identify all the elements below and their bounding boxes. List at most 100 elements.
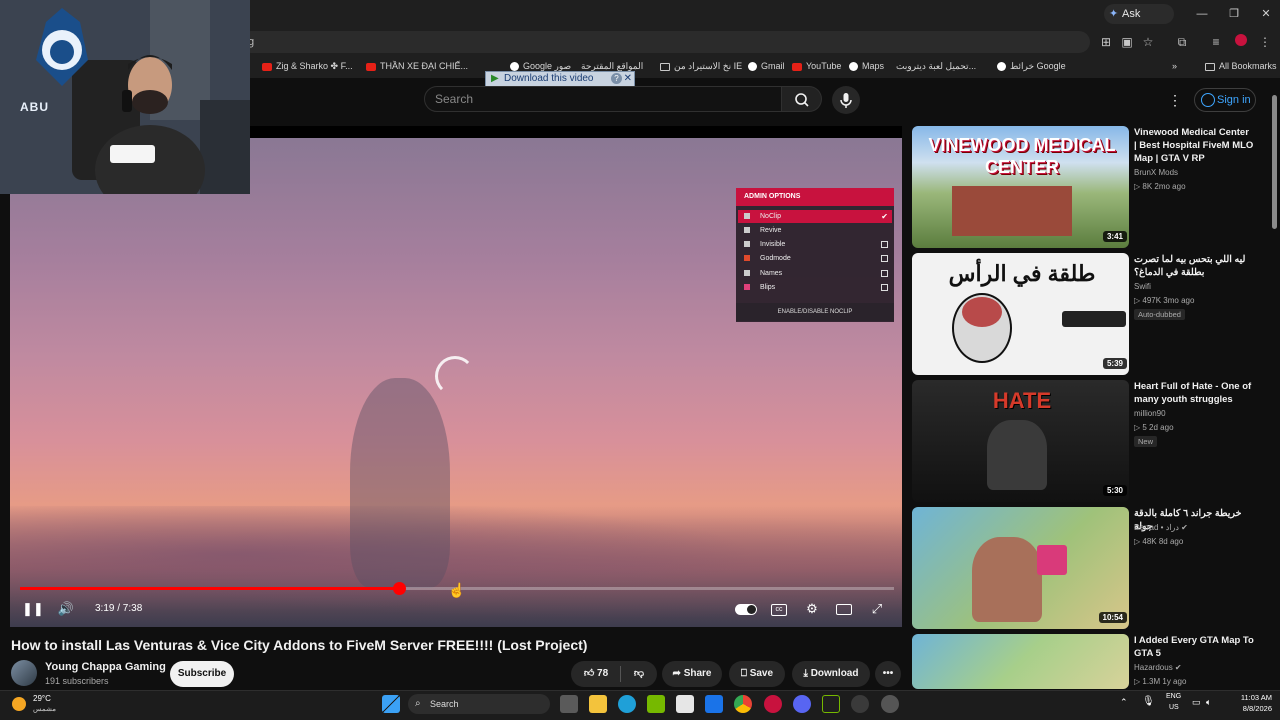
recommendation-title[interactable]: Vinewood Medical Center | Best Hospital … bbox=[1134, 126, 1254, 165]
bookmark-star-icon[interactable]: ☆ bbox=[1139, 34, 1157, 50]
store-icon[interactable] bbox=[676, 695, 694, 713]
recommendation-channel[interactable]: million90 bbox=[1134, 409, 1166, 418]
ask-gemini-button[interactable]: ✦Ask Gemini bbox=[1104, 4, 1174, 40]
volume-button[interactable]: 🔊 bbox=[56, 599, 76, 619]
recommendation-item[interactable]: VINEWOOD MEDICAL CENTER 3:41 Vinewood Me… bbox=[912, 126, 1262, 248]
fullscreen-icon[interactable]: ⤢ bbox=[866, 599, 888, 619]
recommendation-item[interactable]: HATE 5:30 Heart Full of Hate - One of ma… bbox=[912, 380, 1262, 502]
restore-button[interactable]: ❐ bbox=[1222, 4, 1246, 24]
recommendation-item[interactable]: I Added Every GTA Map To GTA 5 Hazardous… bbox=[912, 634, 1262, 689]
recommendation-channel[interactable]: BrunX Mods bbox=[1134, 168, 1178, 177]
video-thumbnail[interactable]: HATE 5:30 bbox=[912, 380, 1129, 502]
recommendation-channel[interactable]: Hazardous ✔ bbox=[1134, 663, 1182, 672]
video-thumbnail[interactable]: طلقة في الرأس 5:39 bbox=[912, 253, 1129, 375]
autoplay-toggle[interactable] bbox=[734, 599, 758, 619]
save-button[interactable]: ⎕ Save bbox=[729, 661, 785, 687]
close-window-button[interactable]: ✕ bbox=[1254, 4, 1278, 24]
subscribe-button[interactable]: Subscribe bbox=[170, 661, 234, 687]
file-explorer-icon[interactable] bbox=[589, 695, 607, 713]
bookmarks-overflow-icon[interactable]: » bbox=[1172, 59, 1177, 73]
youtube-icon bbox=[366, 62, 376, 71]
recommendation-item[interactable]: طلقة في الرأس 5:39 ليه اللي بتحس بيه لما… bbox=[912, 253, 1262, 375]
scrollbar-thumb[interactable] bbox=[1272, 95, 1277, 229]
language-indicator[interactable]: ENG bbox=[1166, 693, 1181, 700]
bookmark-item[interactable]: خرائط Google bbox=[997, 59, 1066, 73]
microphone-tray-icon[interactable]: 🎙︎ bbox=[1142, 696, 1155, 707]
weather-condition[interactable]: مشمس bbox=[33, 705, 56, 713]
mail-icon[interactable] bbox=[705, 695, 723, 713]
share-button[interactable]: ➦ Share bbox=[662, 661, 722, 687]
verified-icon: ✔ bbox=[1174, 663, 1182, 672]
bookmark-item[interactable]: تحميل لعبة ديتروبت... bbox=[896, 59, 976, 73]
clock-time[interactable]: 11:03 AM bbox=[1228, 693, 1272, 702]
video-thumbnail[interactable]: 10:54 bbox=[912, 507, 1129, 629]
chrome-icon[interactable] bbox=[734, 695, 752, 713]
task-view-icon[interactable] bbox=[560, 695, 578, 713]
search-input[interactable]: Search bbox=[424, 86, 782, 112]
app-icon[interactable] bbox=[851, 695, 869, 713]
keyboard-layout[interactable]: US bbox=[1169, 704, 1179, 711]
dislike-button[interactable]: 👎︎ bbox=[624, 661, 654, 687]
webcam-scene bbox=[0, 0, 250, 194]
recommendation-title[interactable]: ليه اللي بتحس بيه لما تصرت بطلقة في الدم… bbox=[1134, 253, 1254, 279]
theater-mode-button[interactable] bbox=[833, 599, 855, 619]
download-button[interactable]: ⤓ Download bbox=[792, 661, 870, 687]
download-video-bar[interactable]: ▶ Download this video? ✕ bbox=[485, 71, 635, 87]
video-thumbnail[interactable] bbox=[912, 634, 1129, 689]
weather-temperature[interactable]: 29°C bbox=[33, 694, 51, 703]
bookmark-item[interactable]: THẦN XE ĐẠI CHIẾ... bbox=[366, 59, 468, 73]
progress-scrubber[interactable] bbox=[393, 582, 406, 595]
app-icon[interactable] bbox=[764, 695, 782, 713]
bookmark-item[interactable]: Maps bbox=[849, 59, 884, 73]
recommendation-channel[interactable]: Swifi bbox=[1134, 282, 1151, 291]
clock-date[interactable]: 8/8/2026 bbox=[1228, 704, 1272, 713]
youtube-icon bbox=[262, 62, 272, 71]
help-icon[interactable]: ? bbox=[611, 73, 622, 84]
bookmark-item[interactable]: Gmail bbox=[748, 59, 785, 73]
app-icon[interactable] bbox=[881, 695, 899, 713]
recommendation-title[interactable]: I Added Every GTA Map To GTA 5 bbox=[1134, 634, 1254, 660]
video-player[interactable]: ADMIN OPTIONS NoClip ✔ Revive Invisible G… bbox=[10, 126, 902, 627]
more-actions-icon[interactable]: ••• bbox=[875, 661, 901, 687]
settings-menu-icon[interactable]: ⋮ bbox=[1168, 90, 1182, 110]
chrome-menu-icon[interactable]: ⋮ bbox=[1256, 34, 1274, 50]
network-icon[interactable]: ▭ bbox=[1192, 697, 1201, 708]
extensions-icon[interactable]: ⧉ bbox=[1173, 34, 1191, 50]
profile-icon[interactable] bbox=[1232, 34, 1250, 50]
taskbar-search[interactable]: ⌕ Search bbox=[408, 694, 550, 714]
channel-name[interactable]: Young Chappa Gaming bbox=[45, 661, 166, 673]
tray-overflow-icon[interactable]: ⌃ bbox=[1120, 697, 1128, 708]
map-marker-shape bbox=[1037, 545, 1067, 575]
recommendation-title[interactable]: Heart Full of Hate - One of many youth s… bbox=[1134, 380, 1254, 406]
close-icon[interactable]: ✕ bbox=[624, 72, 632, 86]
pause-button[interactable]: ❚❚ bbox=[22, 599, 44, 619]
checkbox-icon bbox=[881, 284, 888, 291]
settings-gear-icon[interactable]: ⚙ bbox=[801, 599, 823, 619]
search-button[interactable] bbox=[782, 86, 822, 112]
weather-sun-icon[interactable] bbox=[12, 697, 26, 711]
bookmark-item[interactable]: نخ الاستيراد من IE bbox=[660, 59, 742, 73]
start-menu-icon[interactable] bbox=[382, 695, 400, 713]
noclip-icon bbox=[744, 213, 750, 219]
video-thumbnail[interactable]: VINEWOOD MEDICAL CENTER 3:41 bbox=[912, 126, 1129, 248]
address-bar[interactable]: g bbox=[240, 31, 1090, 53]
captions-button[interactable]: cc bbox=[768, 599, 790, 619]
channel-avatar[interactable] bbox=[11, 660, 37, 686]
translate-icon[interactable]: ⊞ bbox=[1097, 34, 1115, 50]
recommendation-item[interactable]: 10:54 خريطة جراند ٦ كاملة بالدقة جولة De… bbox=[912, 507, 1262, 629]
voice-search-button[interactable] bbox=[832, 86, 860, 114]
bookmark-item[interactable]: YouTube bbox=[792, 59, 841, 73]
terminal-icon[interactable] bbox=[822, 695, 840, 713]
sign-in-button[interactable]: Sign in bbox=[1194, 88, 1256, 112]
volume-icon[interactable]: 🔈︎ bbox=[1206, 697, 1211, 708]
all-bookmarks[interactable]: All Bookmarks bbox=[1205, 59, 1277, 73]
cast-icon[interactable]: ▣ bbox=[1118, 34, 1136, 50]
minimize-button[interactable]: — bbox=[1190, 4, 1214, 24]
recommendation-channel[interactable]: Derrad • دراد ✔ bbox=[1134, 523, 1188, 532]
nvidia-icon[interactable] bbox=[647, 695, 665, 713]
media-icon[interactable]: ≡ bbox=[1207, 34, 1225, 50]
bookmark-item[interactable]: Zig & Sharko ✤ F... bbox=[262, 59, 353, 73]
edge-icon[interactable] bbox=[618, 695, 636, 713]
like-button[interactable]: 👍︎ 78 bbox=[576, 661, 616, 687]
discord-icon[interactable] bbox=[793, 695, 811, 713]
